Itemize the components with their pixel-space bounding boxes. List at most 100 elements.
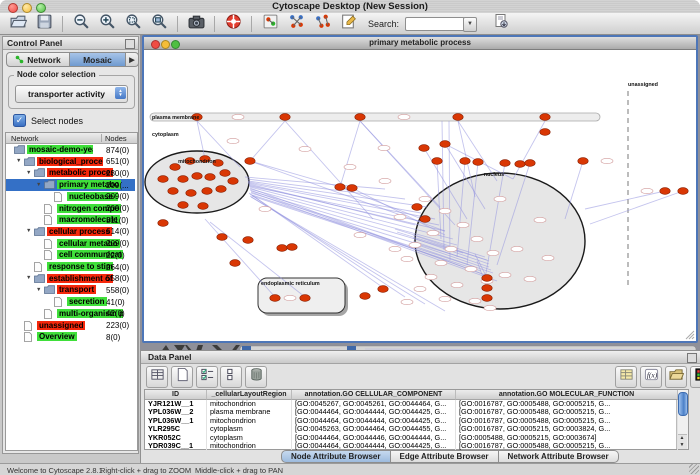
graph-node[interactable] [228, 178, 238, 185]
table-cell[interactable]: YLR295C [145, 425, 207, 433]
zoom-in-button[interactable] [97, 15, 117, 33]
graph-node[interactable] [419, 145, 429, 152]
graph-node[interactable] [205, 174, 215, 181]
graph-node[interactable] [270, 295, 280, 302]
table-cell[interactable]: YPL036W__1 [145, 417, 207, 425]
table-cell[interactable]: [GO:0045267, GO:0045261, GO:0044464, G..… [292, 400, 456, 408]
table-cell[interactable]: [GO:0045263, GO:0044464, GO:0044455, G..… [292, 425, 456, 433]
snapshot-button[interactable] [186, 15, 206, 33]
graph-node[interactable] [280, 114, 290, 121]
zoom-fit-button[interactable] [149, 15, 169, 33]
disclosure-triangle-icon[interactable]: ▼ [26, 228, 31, 234]
save-button[interactable] [34, 15, 54, 33]
table-column-header[interactable]: annotation.GO CELLULAR_COMPONENT [292, 390, 456, 400]
graph-node[interactable] [500, 160, 510, 167]
table-column-header[interactable]: annotation.GO MOLECULAR_FUNCTION [456, 390, 678, 400]
layout-a-button[interactable] [286, 15, 306, 33]
network-tree-row[interactable]: multi-organism pro42(0) [6, 308, 135, 320]
graph-node[interactable] [540, 129, 550, 136]
graph-node[interactable] [335, 184, 345, 191]
view-resize-grip[interactable] [686, 331, 694, 339]
network-tree-row[interactable]: ▼establishment of lo558(0) [6, 273, 135, 285]
graph-node[interactable] [578, 158, 588, 165]
disclosure-triangle-icon[interactable]: ▼ [36, 287, 41, 293]
vizmapper-button[interactable] [260, 15, 280, 33]
graph-node[interactable] [178, 202, 188, 209]
table-cell[interactable]: mitochondrion [207, 442, 292, 450]
table-cell[interactable]: [GO:0005488, GO:0005215, GO:0003674] [456, 434, 678, 442]
graph-node[interactable] [473, 159, 483, 166]
table-cell[interactable]: mitochondrion [207, 417, 292, 425]
help-button[interactable] [223, 15, 243, 33]
graph-node[interactable] [440, 141, 450, 148]
graph-node[interactable] [202, 188, 212, 195]
new-attribute-button[interactable] [171, 366, 193, 388]
network-tree-row[interactable]: response to stimul264(0) [6, 261, 135, 273]
network-tree-row[interactable]: cell communicat22(0) [6, 249, 135, 261]
network-tree-row[interactable]: ▼transport558(0) [6, 284, 135, 296]
graph-node[interactable] [378, 286, 388, 293]
table-cell[interactable]: [GO:0016787, GO:0005488, GO:0005215, G..… [456, 408, 678, 416]
graph-node[interactable] [482, 285, 492, 292]
layout-b-button[interactable] [312, 15, 332, 33]
graph-node[interactable] [198, 203, 208, 210]
graph-node[interactable] [243, 237, 253, 244]
network-tree-row[interactable]: ▼biological_process651(0) [6, 156, 135, 168]
table-cell[interactable]: YKR052C [145, 434, 207, 442]
network-tree-row[interactable]: nucleobase-209(0) [6, 191, 135, 203]
disclosure-triangle-icon[interactable]: ▼ [26, 275, 31, 281]
graph-node[interactable] [482, 275, 492, 282]
graph-node[interactable] [217, 234, 227, 241]
network-tree-row[interactable]: nitrogen compo209(0) [6, 203, 135, 215]
tab-node-attribute-browser[interactable]: Node Attribute Browser [281, 450, 391, 463]
graph-node[interactable] [178, 176, 188, 183]
table-cell[interactable]: YJR121W__1 [145, 400, 207, 408]
graph-node[interactable] [678, 188, 688, 195]
tab-mosaic[interactable]: Mosaic [70, 52, 126, 67]
graph-node[interactable] [482, 295, 492, 302]
graph-node[interactable] [540, 114, 550, 121]
matrix-button[interactable] [690, 366, 700, 388]
tree-column-divider[interactable] [101, 134, 102, 142]
table-cell[interactable]: [GO:0044464, GO:0044444, GO:0044425, G..… [292, 408, 456, 416]
network-tree-row[interactable]: ▼metabolic process280(0) [6, 167, 135, 179]
tab-overflow-button[interactable]: ▶ [126, 52, 139, 67]
graph-node[interactable] [360, 293, 370, 300]
scrollbar-arrows[interactable]: ▲▼ [677, 434, 687, 449]
table-column-header[interactable]: _cellularLayoutRegion [207, 390, 292, 400]
table-cell[interactable]: cytoplasm [207, 425, 292, 433]
graph-node[interactable] [460, 158, 470, 165]
graph-node[interactable] [186, 190, 196, 197]
graph-node[interactable] [287, 244, 297, 251]
select-nodes-checkbox[interactable]: ✓ [13, 114, 26, 127]
formula-button[interactable]: f(x) [640, 366, 662, 388]
graph-node[interactable] [220, 170, 230, 177]
zoom-out-button[interactable] [71, 15, 91, 33]
tab-edge-attribute-browser[interactable]: Edge Attribute Browser [391, 450, 499, 463]
graph-node[interactable] [277, 245, 287, 252]
network-tree-row[interactable]: ▼primary metabo209(... [6, 179, 135, 191]
graph-node[interactable] [453, 114, 463, 121]
table-cell[interactable]: mitochondrion [207, 400, 292, 408]
checklist-button[interactable] [196, 366, 218, 388]
network-tree-row[interactable]: cellular metabo209(0) [6, 238, 135, 250]
graph-node[interactable] [660, 188, 670, 195]
search-input[interactable]: ▼ [405, 17, 465, 31]
table-column-header[interactable]: ID [145, 390, 207, 400]
graph-node[interactable] [525, 160, 535, 167]
select-attributes-button[interactable] [146, 366, 168, 388]
window-resize-grip[interactable] [689, 464, 699, 474]
node-color-dropdown[interactable]: transporter activity ▲▼ [15, 85, 128, 103]
chevron-down-icon[interactable]: ▼ [463, 17, 477, 32]
float-data-panel-icon[interactable] [687, 353, 697, 363]
scrollbar-thumb[interactable] [678, 392, 688, 416]
network-tree-row[interactable]: mosaic-demo-yeast874(0) [6, 144, 135, 156]
graph-node[interactable] [515, 161, 525, 168]
tab-network[interactable]: Network [6, 52, 70, 67]
column-select-button[interactable] [220, 366, 242, 388]
table-cell[interactable]: [GO:0044464, GO:0044446, GO:0044444, G..… [292, 434, 456, 442]
graph-node[interactable] [300, 295, 310, 302]
graph-node[interactable] [158, 176, 168, 183]
region-plasma-membrane[interactable] [150, 113, 600, 121]
disclosure-triangle-icon[interactable]: ▼ [16, 158, 21, 164]
